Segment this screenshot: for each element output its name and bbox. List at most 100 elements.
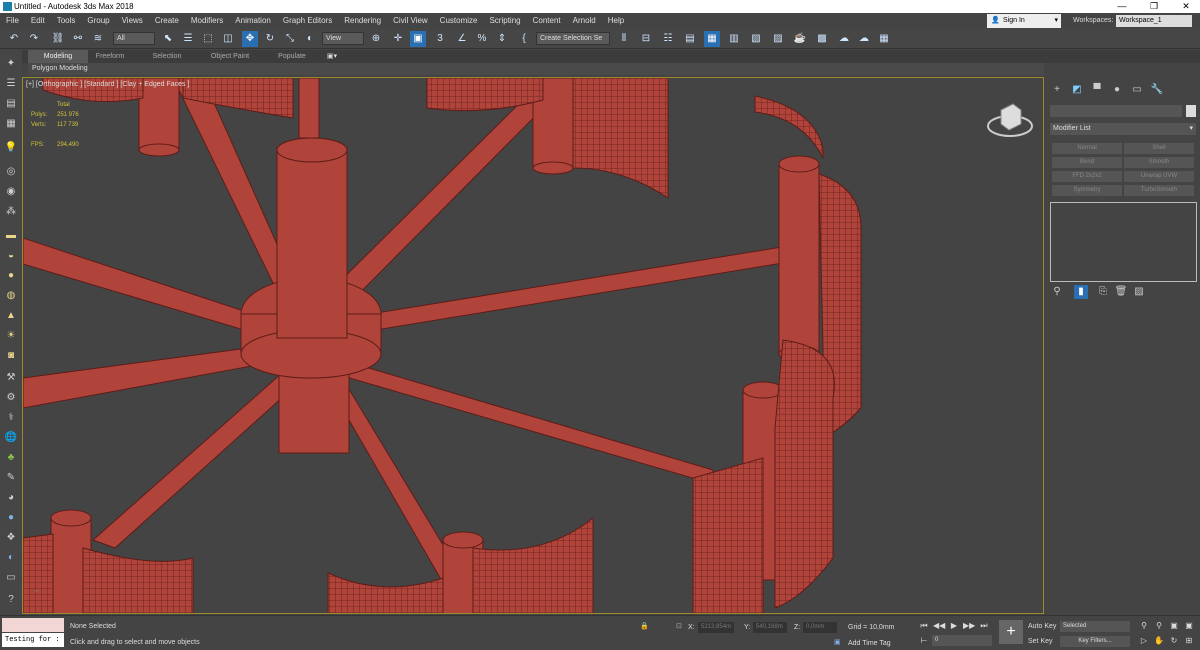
go-to-start-icon[interactable]: ⏮ <box>918 620 930 632</box>
pivot-center-icon[interactable]: ⊕ <box>368 31 384 47</box>
modifier-button-unwrap-uvw[interactable]: Unwrap UVW <box>1124 171 1194 182</box>
go-to-end-icon[interactable]: ⏭ <box>978 620 990 632</box>
dome-icon[interactable]: ◒ <box>4 250 18 262</box>
render-production-icon[interactable]: ☁ <box>836 31 852 47</box>
snaps-toggle-icon[interactable]: 3 <box>432 31 448 47</box>
mirror-icon[interactable]: ⫴ <box>616 31 632 47</box>
set-key-button[interactable]: Set Key <box>1028 638 1053 645</box>
modifier-button-bend[interactable]: Bend <box>1052 157 1122 168</box>
keyboard-shortcut-override-icon[interactable]: ▣ <box>410 31 426 47</box>
link-icon[interactable]: ⛓ <box>50 31 66 47</box>
object-color-swatch[interactable] <box>1186 105 1196 117</box>
help-icon[interactable]: ? <box>4 594 18 606</box>
zoom-icon[interactable]: ⚲ <box>1138 620 1150 632</box>
create-panel-icon[interactable]: ✦ <box>4 58 18 70</box>
select-place-icon[interactable]: ◐ <box>302 31 318 47</box>
key-mode-icon[interactable]: ⊢ <box>918 635 930 647</box>
minimize-button[interactable]: — <box>1110 0 1134 13</box>
spring-icon[interactable]: ⚕ <box>4 412 18 424</box>
sun-icon[interactable]: ☀ <box>4 330 18 342</box>
a360-gallery-icon[interactable]: ▦ <box>876 31 892 47</box>
toggle-ribbon-icon[interactable]: ▦ <box>704 31 720 47</box>
align-icon[interactable]: ⊟ <box>638 31 654 47</box>
modifier-list-dropdown[interactable]: Modifier List ▾ <box>1050 123 1196 135</box>
sphere-tool-icon[interactable]: ◉ <box>4 186 18 198</box>
reference-coordinate-dropdown[interactable]: View <box>322 32 364 45</box>
ribbon-tab-object-paint[interactable]: Object Paint <box>202 50 258 63</box>
menu-file[interactable]: File <box>0 13 25 29</box>
pan-icon[interactable]: ✋ <box>1153 635 1165 647</box>
viewport[interactable]: [+] [Orthographic ] [Standard ] [Clay + … <box>22 77 1044 614</box>
blue-sphere-icon[interactable]: ● <box>4 512 18 524</box>
maxscript-listener-top[interactable] <box>2 618 64 632</box>
render-icon[interactable]: ❖ <box>4 532 18 544</box>
menu-customize[interactable]: Customize <box>434 13 484 29</box>
display-tab-icon[interactable]: ▭ <box>1130 83 1144 97</box>
percent-snap-icon[interactable]: % <box>474 31 490 47</box>
modifier-button-symmetry[interactable]: Symmetry <box>1052 185 1122 196</box>
next-frame-icon[interactable]: ▶▶ <box>963 620 975 632</box>
remove-modifier-icon[interactable]: 🗑 <box>1114 285 1128 299</box>
ribbon-tab-populate[interactable]: Populate <box>270 50 314 63</box>
time-tag-icon[interactable]: ▣ <box>834 638 841 646</box>
ball-icon[interactable]: ◕ <box>4 492 18 504</box>
curve-editor-icon[interactable]: ▥ <box>726 31 742 47</box>
menu-rendering[interactable]: Rendering <box>338 13 387 29</box>
select-rotate-icon[interactable]: ↻ <box>262 31 278 47</box>
ribbon-tab-selection[interactable]: Selection <box>142 50 192 63</box>
display-icon[interactable]: ▭ <box>4 572 18 584</box>
zoom-extents-all-icon[interactable]: ▣ <box>1183 620 1195 632</box>
helper-icon[interactable]: ⚒ <box>4 372 18 384</box>
plant-icon[interactable]: ♣ <box>4 452 18 464</box>
ribbon-tab-freeform[interactable]: Freeform <box>88 50 132 63</box>
workspace-select[interactable]: Workspace_1 <box>1116 15 1192 27</box>
modifier-button-ffd[interactable]: FFD 2x2x2 <box>1052 171 1122 182</box>
menu-content[interactable]: Content <box>527 13 567 29</box>
field-of-view-icon[interactable]: ▷ <box>1138 635 1150 647</box>
redo-icon[interactable]: ↷ <box>26 31 42 47</box>
add-time-tag-button[interactable]: Add Time Tag <box>848 640 891 647</box>
menu-help[interactable]: Help <box>602 13 630 29</box>
unlink-icon[interactable]: ⚯ <box>70 31 86 47</box>
ribbon-tab-modeling[interactable]: Modeling <box>28 50 88 63</box>
schematic-view-icon[interactable]: ▧ <box>748 31 764 47</box>
zoom-all-icon[interactable]: ⚲ <box>1153 620 1165 632</box>
undo-icon[interactable]: ↶ <box>6 31 22 47</box>
table-icon[interactable]: ▦ <box>4 118 18 130</box>
menu-tools[interactable]: Tools <box>51 13 82 29</box>
shading-icon[interactable]: ◐ <box>4 552 18 564</box>
manipulate-icon[interactable]: ✛ <box>390 31 406 47</box>
lock-selection-icon[interactable]: 🔒 <box>640 622 649 630</box>
menu-group[interactable]: Group <box>81 13 115 29</box>
configure-modifier-sets-icon[interactable]: ▨ <box>1132 285 1146 299</box>
hierarchy-tab-icon[interactable]: ▀ <box>1090 83 1104 97</box>
play-icon[interactable]: ▶ <box>948 620 960 632</box>
previous-frame-icon[interactable]: ◀◀ <box>933 620 945 632</box>
key-filters-button[interactable]: Key Filters... <box>1060 636 1130 647</box>
menu-views[interactable]: Views <box>116 13 149 29</box>
maximize-viewport-icon[interactable]: ⊞ <box>1183 635 1195 647</box>
create-tab-icon[interactable]: + <box>1050 83 1064 97</box>
modifier-button-shell[interactable]: Shell <box>1124 143 1194 154</box>
viewcube-icon[interactable] <box>985 100 1035 142</box>
sign-in-button[interactable]: 👤 Sign In ▾ <box>987 14 1061 28</box>
rectangular-selection-icon[interactable]: ⬚ <box>200 31 216 47</box>
menu-graph-editors[interactable]: Graph Editors <box>277 13 338 29</box>
select-move-icon[interactable]: ✥ <box>242 31 258 47</box>
z-coordinate-field[interactable]: 0,0mm <box>803 622 837 633</box>
modify-tab-icon[interactable]: ◩ <box>1070 83 1084 97</box>
named-selection-sets-dropdown[interactable]: Create Selection Se <box>536 32 610 45</box>
menu-create[interactable]: Create <box>149 13 185 29</box>
system-icon[interactable]: ⚙ <box>4 392 18 404</box>
angle-snap-icon[interactable]: ∠ <box>454 31 470 47</box>
render-setup-icon[interactable]: ☕ <box>792 31 808 47</box>
modifier-button-turbosmooth[interactable]: TurboSmooth <box>1124 185 1194 196</box>
render-in-cloud-icon[interactable]: ☁ <box>856 31 872 47</box>
menu-modifiers[interactable]: Modifiers <box>185 13 229 29</box>
chandelier-model[interactable] <box>23 78 1044 614</box>
pin-stack-icon[interactable]: ⚲ <box>1050 285 1064 299</box>
layers-icon[interactable]: ▤ <box>4 98 18 110</box>
box-icon[interactable]: ▬ <box>4 230 18 242</box>
utilities-tab-icon[interactable]: 🔧 <box>1150 83 1164 97</box>
light-bulb-icon[interactable]: 💡 <box>4 142 18 154</box>
